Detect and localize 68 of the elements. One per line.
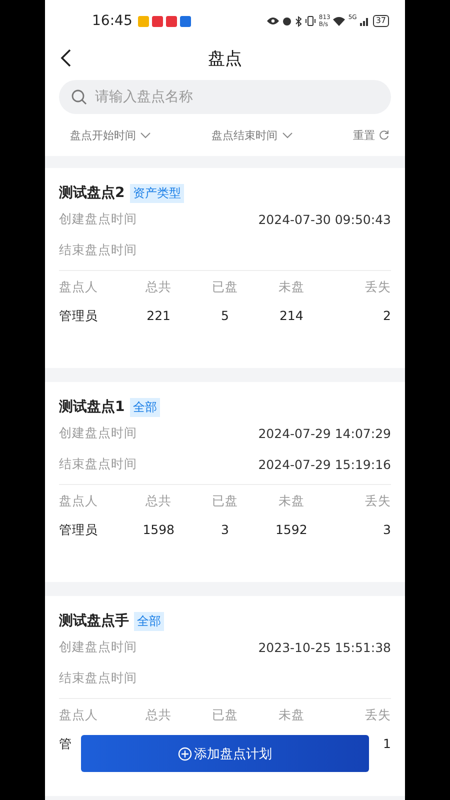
page-title: 盘点 xyxy=(208,48,242,70)
add-plan-button[interactable]: 添加盘点计划 xyxy=(81,735,369,772)
search-field[interactable]: 请输入盘点名称 xyxy=(59,80,391,114)
inventory-card[interactable]: 测试盘点2 资产类型 创建盘点时间 2024-07-30 09:50:43 结束盘点时间 盘点人 总共 已盘 未盘 丢失 管理员 221 5 214 2 xyxy=(45,168,405,368)
stat-value: 214 xyxy=(278,308,304,325)
stat-value: 管理员 xyxy=(59,308,99,325)
stat-label: 总共 xyxy=(144,707,173,724)
inventory-card[interactable]: 测试盘点1 全部 创建盘点时间 2024-07-29 14:07:29 结束盘点时间 2024-07-29 15:19:16 盘点人 总共 已盘 未盘 丢失 管理员 1598 3 1592 3 xyxy=(45,382,405,582)
stat-label: 未盘 xyxy=(277,707,306,724)
stat-label: 盘点人 xyxy=(59,279,99,296)
wifi-icon xyxy=(333,16,346,26)
stat-label: 已盘 xyxy=(210,279,239,296)
stat-label: 已盘 xyxy=(210,707,239,724)
stat-value: 1 xyxy=(382,736,391,753)
date-filter[interactable]: 盘点结束时间 xyxy=(212,128,292,142)
stat-label: 总共 xyxy=(144,493,173,510)
stat-label: 盘点人 xyxy=(59,707,99,724)
category-tag: 全部 xyxy=(130,398,160,416)
eye-icon xyxy=(266,17,279,25)
reset-button[interactable]: 重置 xyxy=(353,128,389,142)
stat-value: 3 xyxy=(382,522,391,539)
status-time: 16:45 xyxy=(92,13,132,29)
field-value: 2024-07-29 14:07:29 xyxy=(258,426,391,441)
bluetooth-icon xyxy=(294,16,302,26)
field-value: 2024-07-29 15:19:16 xyxy=(258,457,391,472)
stat-label: 丢失 xyxy=(364,707,391,724)
back-icon[interactable] xyxy=(59,48,73,68)
card-title: 测试盘点1 xyxy=(59,398,125,416)
refresh-icon xyxy=(379,130,389,140)
stat-label: 未盘 xyxy=(277,493,306,510)
stat-label: 丢失 xyxy=(364,279,391,296)
field-label: 创建盘点时间 xyxy=(59,211,137,228)
date-filter[interactable]: 盘点开始时间 xyxy=(70,128,151,142)
stat-value: 1598 xyxy=(142,522,176,539)
field-value: 2024-07-30 09:50:43 xyxy=(258,212,391,227)
field-label: 结束盘点时间 xyxy=(59,670,137,687)
stat-label: 盘点人 xyxy=(59,493,99,510)
app-notification-icon xyxy=(152,16,164,26)
stat-label: 丢失 xyxy=(364,493,391,510)
battery-level: 37 xyxy=(372,15,389,27)
stat-value: 1592 xyxy=(274,522,308,539)
stat-value: 221 xyxy=(146,308,172,325)
stat-label: 总共 xyxy=(144,279,173,296)
field-label: 结束盘点时间 xyxy=(59,456,137,473)
stat-label: 已盘 xyxy=(210,493,239,510)
stat-value: 5 xyxy=(220,308,230,325)
category-tag: 全部 xyxy=(134,612,164,630)
signal-icon xyxy=(360,16,370,26)
field-value: 2023-10-25 15:51:38 xyxy=(258,640,391,655)
field-label: 创建盘点时间 xyxy=(59,639,137,656)
search-icon xyxy=(71,89,87,105)
card-title: 测试盘点手 xyxy=(59,612,129,630)
app-notification-icon xyxy=(166,16,178,26)
app-notification-icon xyxy=(180,16,192,26)
field-label: 结束盘点时间 xyxy=(59,242,137,259)
vibrate-icon xyxy=(304,16,316,26)
card-title: 测试盘点2 xyxy=(59,184,125,202)
stat-label: 未盘 xyxy=(277,279,306,296)
category-tag: 资产类型 xyxy=(130,184,184,202)
stat-value: 管理员 xyxy=(59,522,99,539)
stat-value: 管 xyxy=(59,736,73,753)
app-notification-icon xyxy=(138,16,150,26)
field-label: 创建盘点时间 xyxy=(59,425,137,442)
stat-value: 2 xyxy=(382,308,391,325)
plus-circle-icon xyxy=(178,746,192,760)
stat-value: 3 xyxy=(220,522,230,539)
chevron-down-icon xyxy=(140,132,151,138)
chevron-down-icon xyxy=(282,132,292,138)
